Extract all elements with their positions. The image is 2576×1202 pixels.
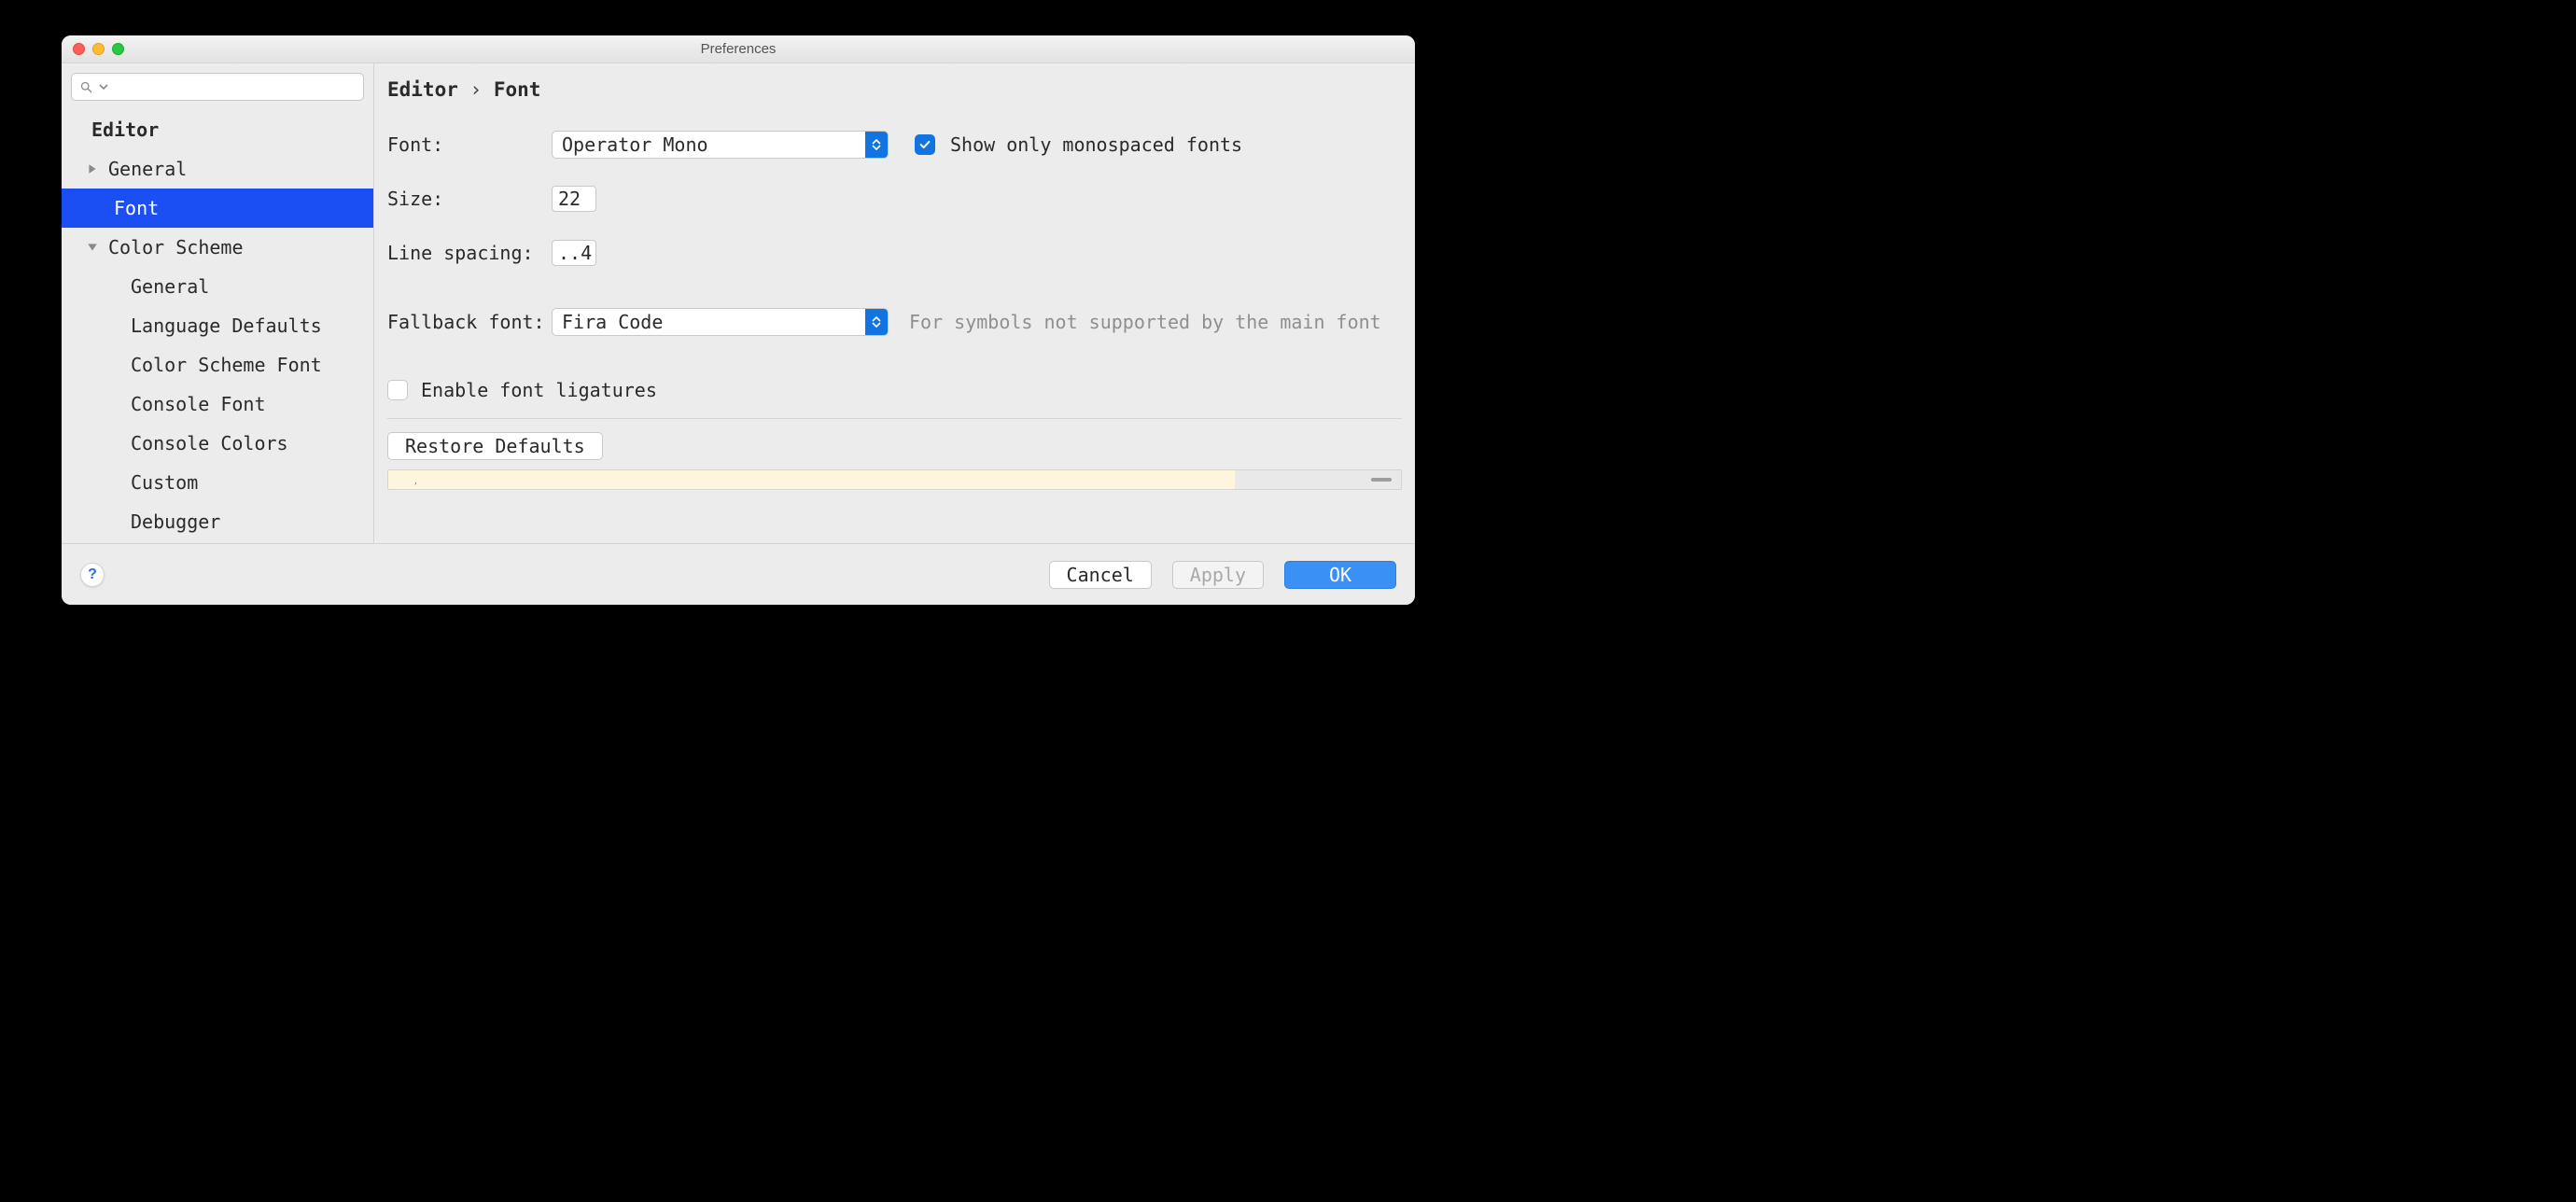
chevron-right-icon: [86, 162, 99, 175]
size-label: Size:: [387, 188, 552, 210]
breadcrumb-leaf: Font: [494, 78, 541, 101]
titlebar: Preferences: [62, 35, 1415, 63]
stepper-icon: [865, 132, 888, 158]
font-value: Operator Mono: [553, 132, 865, 158]
help-icon: ?: [88, 567, 97, 582]
sidebar-item-label: General: [108, 158, 187, 180]
font-select[interactable]: Operator Mono: [552, 131, 889, 159]
chevron-down-icon: [99, 82, 108, 91]
restore-defaults-button[interactable]: Restore Defaults: [387, 432, 603, 460]
size-value: 22: [558, 188, 581, 210]
sidebar-section-editor[interactable]: Editor: [62, 110, 373, 149]
cancel-label: Cancel: [1067, 566, 1134, 584]
cancel-button[interactable]: Cancel: [1049, 561, 1152, 589]
show-monospaced-checkbox[interactable]: [915, 134, 935, 155]
sidebar-item-label: Language Defaults: [131, 314, 322, 337]
fallback-value: Fira Code: [553, 309, 865, 335]
sidebar-item-color-scheme-font[interactable]: Color Scheme Font: [62, 345, 373, 384]
help-button[interactable]: ?: [80, 563, 105, 587]
chevron-down-icon: [86, 241, 99, 254]
ok-button[interactable]: OK: [1284, 561, 1396, 589]
sidebar-tree: Editor General Font: [62, 106, 373, 543]
sidebar-section-label: Editor: [91, 119, 159, 141]
show-monospaced-label: Show only monospaced fonts: [950, 133, 1242, 156]
line-spacing-input[interactable]: ..4: [552, 240, 596, 266]
window-title: Preferences: [62, 35, 1415, 63]
apply-label: Apply: [1190, 566, 1246, 584]
line-spacing-label: Line spacing:: [387, 242, 552, 264]
sidebar-item-label: Console Colors: [131, 432, 288, 454]
ligatures-checkbox[interactable]: [387, 380, 408, 400]
drag-handle-icon[interactable]: [1371, 478, 1392, 482]
check-icon: [918, 138, 931, 151]
footer: ? Cancel Apply OK: [62, 543, 1415, 605]
fallback-hint: For symbols not supported by the main fo…: [909, 311, 1381, 333]
preview-placeholder: ,: [414, 476, 417, 486]
sidebar-item-label: Color Scheme Font: [131, 354, 322, 376]
sidebar-item-debugger[interactable]: Debugger: [62, 502, 373, 541]
font-label: Font:: [387, 133, 552, 156]
divider: [387, 418, 1402, 419]
sidebar-item-console-colors[interactable]: Console Colors: [62, 424, 373, 463]
sidebar-item-language-defaults[interactable]: Language Defaults: [62, 306, 373, 345]
fallback-select[interactable]: Fira Code: [552, 308, 889, 336]
sidebar-item-label: Debugger: [131, 510, 220, 533]
apply-button[interactable]: Apply: [1172, 561, 1264, 589]
sidebar-item-label: Font: [114, 197, 159, 219]
restore-defaults-label: Restore Defaults: [405, 437, 585, 455]
search-input[interactable]: [71, 73, 364, 101]
breadcrumb-sep: ›: [470, 78, 483, 101]
sidebar-item-general[interactable]: General: [62, 149, 373, 189]
sidebar-item-label: General: [131, 275, 209, 298]
fallback-label: Fallback font:: [387, 311, 552, 333]
sidebar: Editor General Font: [62, 63, 374, 543]
stepper-icon: [865, 309, 888, 335]
font-preview: ,: [387, 469, 1402, 490]
sidebar-item-cs-general[interactable]: General: [62, 267, 373, 306]
ok-label: OK: [1329, 566, 1351, 584]
main-panel: Editor › Font Font: Operator Mono: [374, 63, 1415, 543]
sidebar-item-custom[interactable]: Custom: [62, 463, 373, 502]
sidebar-item-color-scheme[interactable]: Color Scheme: [62, 228, 373, 267]
sidebar-item-label: Color Scheme: [108, 236, 244, 259]
search-field[interactable]: [114, 74, 356, 100]
preferences-window: Preferences Editor: [62, 35, 1415, 605]
sidebar-item-console-font[interactable]: Console Font: [62, 384, 373, 424]
sidebar-item-font[interactable]: Font: [62, 189, 373, 228]
line-spacing-value: ..4: [558, 242, 592, 264]
breadcrumb: Editor › Font: [374, 63, 1415, 110]
sidebar-item-label: Custom: [131, 471, 198, 494]
ligatures-label: Enable font ligatures: [421, 379, 657, 401]
sidebar-item-label: Console Font: [131, 393, 266, 415]
size-input[interactable]: 22: [552, 186, 596, 212]
search-icon: [79, 80, 93, 94]
breadcrumb-root: Editor: [387, 78, 458, 101]
